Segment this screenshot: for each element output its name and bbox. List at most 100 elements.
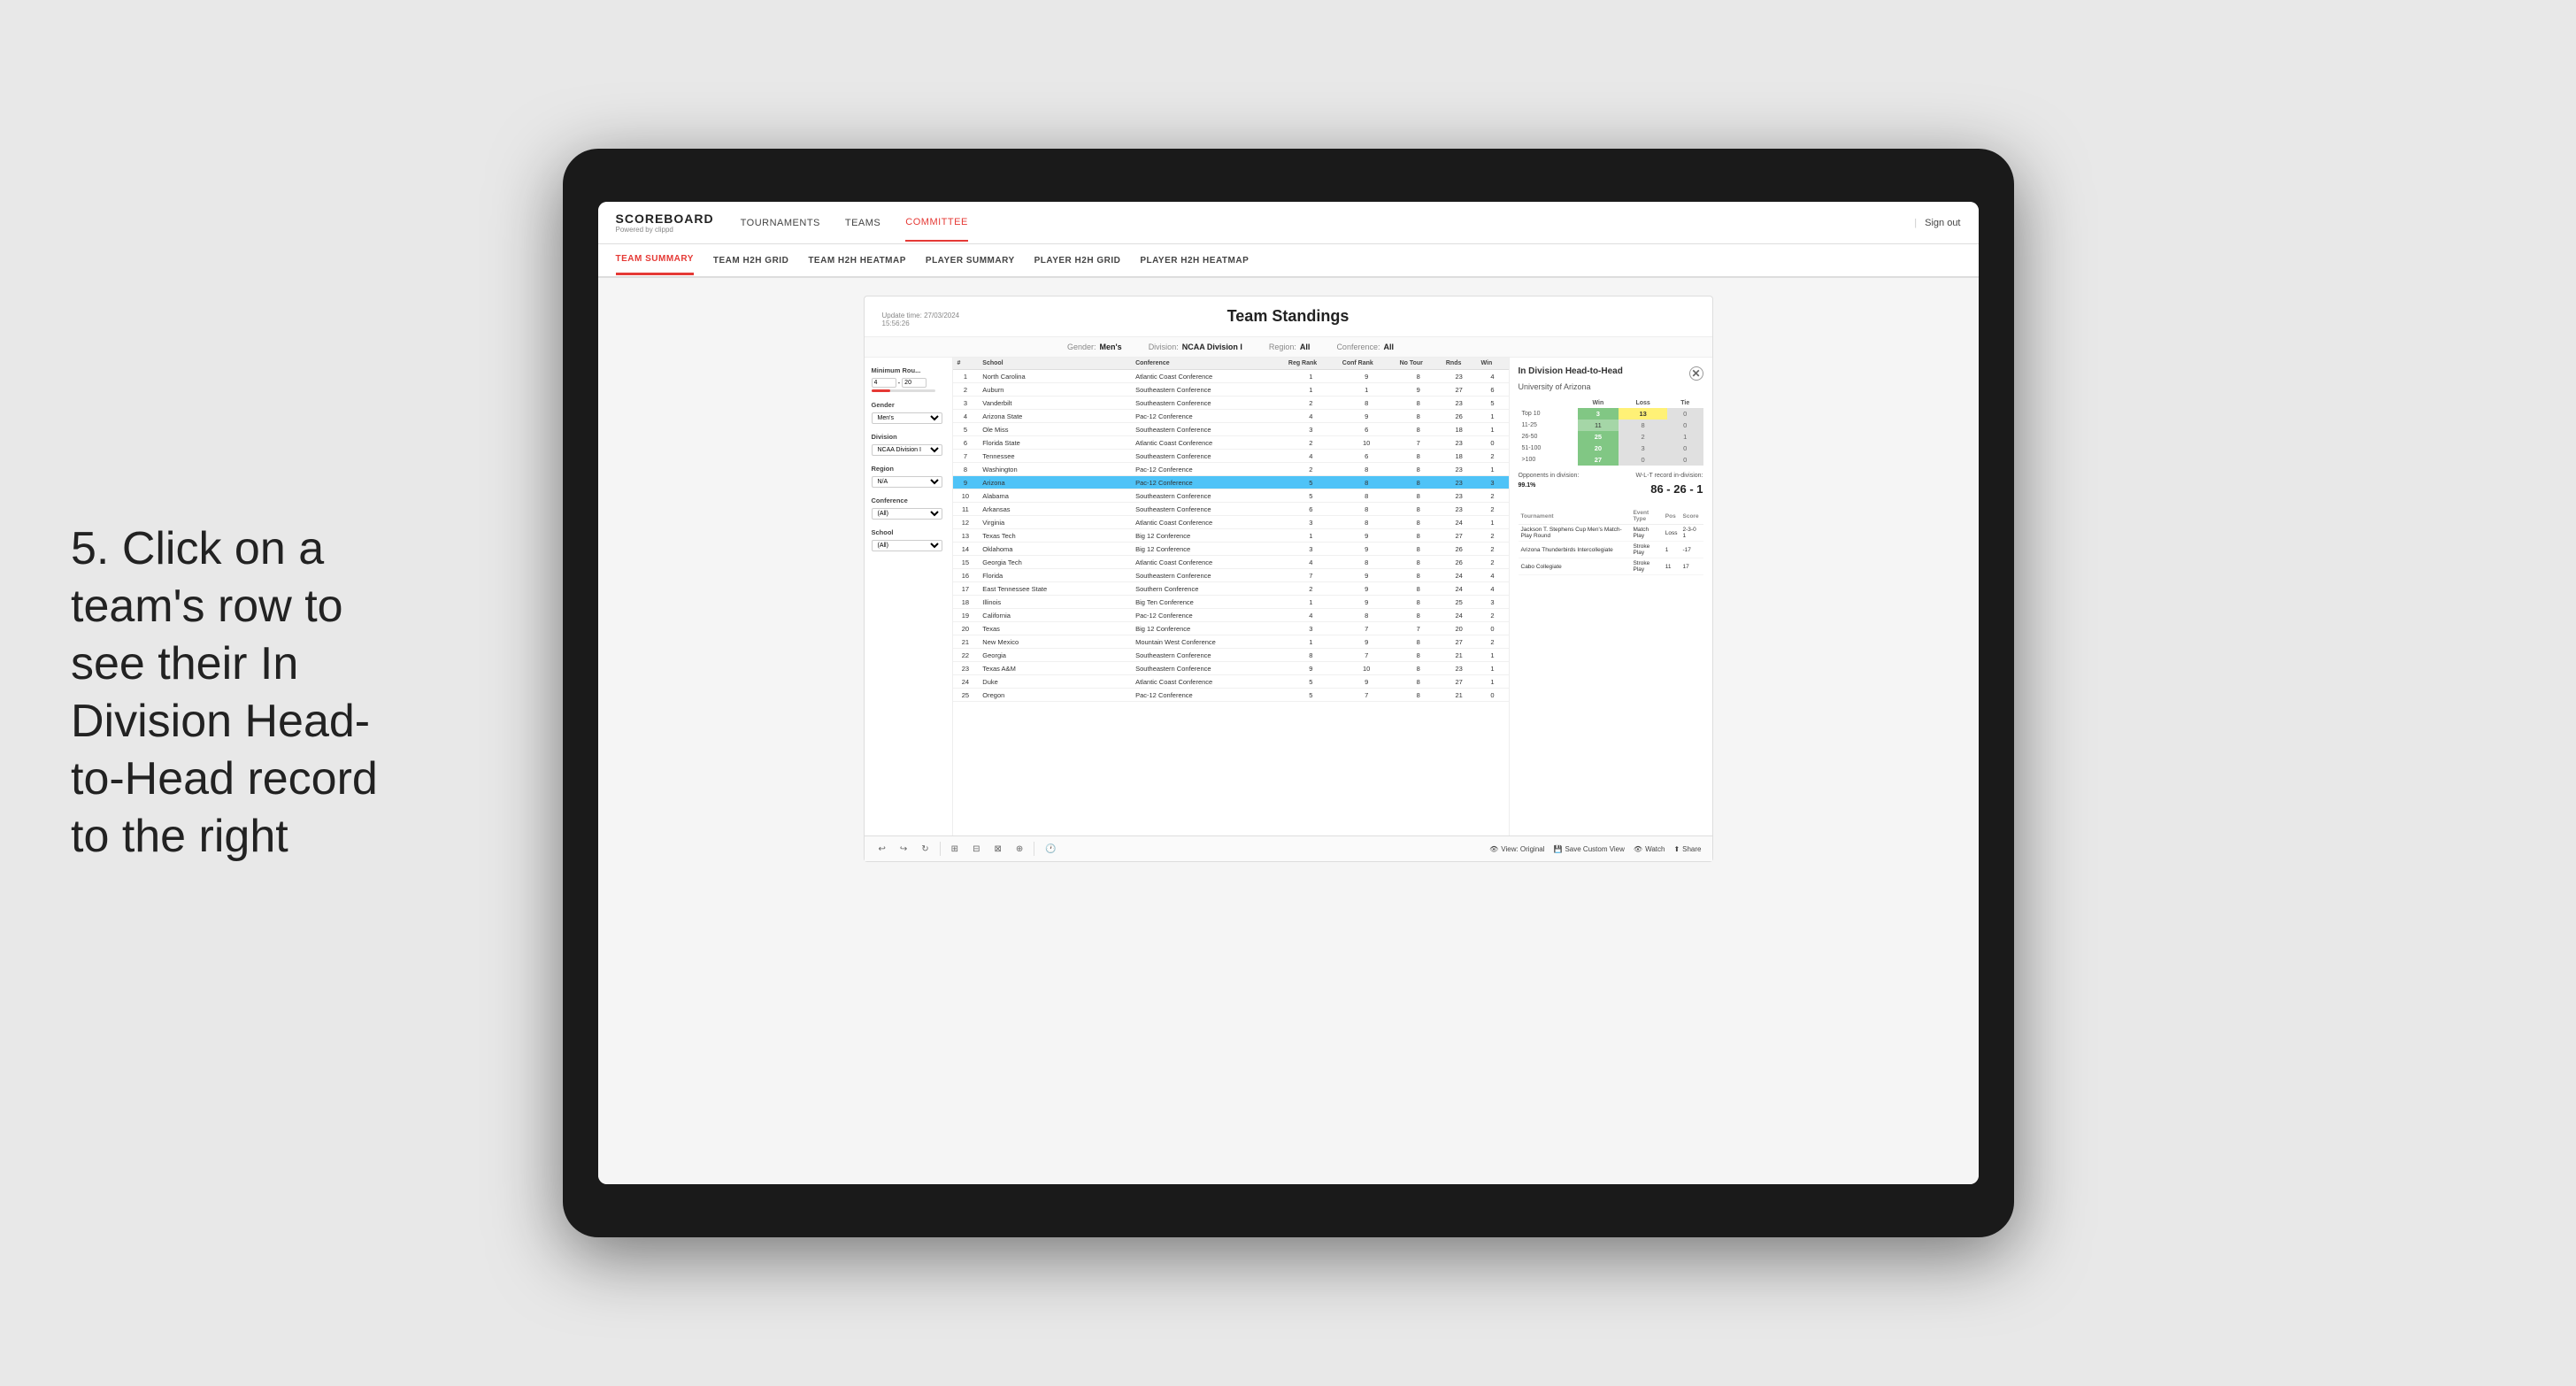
table-row[interactable]: 6 Florida State Atlantic Coast Conferenc… (953, 436, 1509, 450)
view-original-button[interactable]: 👁 View: Original (1489, 845, 1544, 853)
table-row[interactable]: 18 Illinois Big Ten Conference 1 9 8 25 … (953, 596, 1509, 609)
grid-btn-2[interactable]: ⊟ (969, 843, 983, 856)
h2h-th-range (1519, 398, 1578, 408)
h2h-table: Win Loss Tie Top 10 3 13 0 11-25 11 8 0 (1519, 398, 1703, 466)
cell-win: 1 (1476, 649, 1508, 662)
cell-rank: 23 (953, 662, 979, 675)
table-row[interactable]: 15 Georgia Tech Atlantic Coast Conferenc… (953, 556, 1509, 569)
table-row[interactable]: 22 Georgia Southeastern Conference 8 7 8… (953, 649, 1509, 662)
save-custom-button[interactable]: 💾 Save Custom View (1554, 845, 1625, 853)
nav-teams[interactable]: TEAMS (845, 205, 880, 241)
cell-conference: Southeastern Conference (1131, 649, 1284, 662)
scoreboard-body: Minimum Rou... - Gender (865, 358, 1712, 835)
table-row[interactable]: 13 Texas Tech Big 12 Conference 1 9 8 27… (953, 529, 1509, 543)
watch-button[interactable]: 👁 Watch (1634, 845, 1665, 853)
nav-committee[interactable]: COMMITTEE (905, 204, 968, 242)
min-rounds-min-input[interactable] (872, 378, 896, 388)
redo-button[interactable]: ↪ (896, 843, 911, 856)
division-select[interactable]: NCAA Division I (872, 444, 942, 456)
sign-out[interactable]: | Sign out (1914, 218, 1960, 228)
table-row[interactable]: 23 Texas A&M Southeastern Conference 9 1… (953, 662, 1509, 675)
min-rounds-max-input[interactable] (902, 378, 927, 388)
cell-no-tour: 8 (1396, 569, 1442, 582)
cell-rnds: 27 (1442, 635, 1477, 649)
th-reg-rank: Reg Rank (1284, 358, 1338, 370)
table-row[interactable]: 2 Auburn Southeastern Conference 1 1 9 2… (953, 383, 1509, 397)
cell-win: 5 (1476, 397, 1508, 410)
table-row[interactable]: 21 New Mexico Mountain West Conference 1… (953, 635, 1509, 649)
table-row[interactable]: 4 Arizona State Pac-12 Conference 4 9 8 … (953, 410, 1509, 423)
tab-team-h2h-grid[interactable]: TEAM H2H GRID (713, 247, 788, 274)
th-conf-rank: Conf Rank (1338, 358, 1396, 370)
wlt-label: W-L-T record in-division: (1636, 473, 1703, 479)
cell-reg-rank: 1 (1284, 635, 1338, 649)
min-rounds-slider[interactable] (872, 389, 935, 392)
table-row[interactable]: 1 North Carolina Atlantic Coast Conferen… (953, 370, 1509, 383)
tournament-table: Tournament Event Type Pos Score Jackson … (1519, 508, 1703, 575)
table-row[interactable]: 5 Ole Miss Southeastern Conference 3 6 8… (953, 423, 1509, 436)
cell-win: 0 (1476, 622, 1508, 635)
cell-rnds: 23 (1442, 489, 1477, 503)
cell-win: 1 (1476, 662, 1508, 675)
undo-button[interactable]: ↩ (875, 843, 889, 856)
cell-no-tour: 8 (1396, 476, 1442, 489)
table-row[interactable]: 19 California Pac-12 Conference 4 8 8 24… (953, 609, 1509, 622)
cell-reg-rank: 5 (1284, 689, 1338, 702)
table-row[interactable]: 16 Florida Southeastern Conference 7 9 8… (953, 569, 1509, 582)
h2h-close-button[interactable]: ✕ (1689, 366, 1703, 381)
cell-rnds: 27 (1442, 675, 1477, 689)
filter-region: Region: All (1269, 343, 1311, 351)
gender-select[interactable]: Men's (872, 412, 942, 424)
grid-btn-4[interactable]: ⊕ (1012, 843, 1027, 856)
update-time: Update time: 27/03/2024 15:56:26 (882, 312, 971, 327)
cell-school: Georgia Tech (978, 556, 1131, 569)
table-row[interactable]: 10 Alabama Southeastern Conference 5 8 8… (953, 489, 1509, 503)
tab-player-h2h-grid[interactable]: PLAYER H2H GRID (1034, 247, 1121, 274)
table-row[interactable]: 8 Washington Pac-12 Conference 2 8 8 23 … (953, 463, 1509, 476)
table-row[interactable]: 24 Duke Atlantic Coast Conference 5 9 8 … (953, 675, 1509, 689)
tab-player-h2h-heatmap[interactable]: PLAYER H2H HEATMAP (1140, 247, 1249, 274)
region-select[interactable]: N/A (872, 476, 942, 488)
tab-team-h2h-heatmap[interactable]: TEAM H2H HEATMAP (808, 247, 906, 274)
h2h-row: >100 27 0 0 (1519, 454, 1703, 466)
cell-conference: Pac-12 Conference (1131, 410, 1284, 423)
tournament-row: Jackson T. Stephens Cup Men's Match-Play… (1519, 525, 1703, 542)
cell-rank: 22 (953, 649, 979, 662)
tab-player-summary[interactable]: PLAYER SUMMARY (926, 247, 1015, 274)
cell-no-tour: 8 (1396, 423, 1442, 436)
filter-min-rounds-label: Minimum Rou... (872, 366, 945, 374)
cell-win: 2 (1476, 489, 1508, 503)
h2h-title: In Division Head-to-Head (1519, 366, 1623, 376)
table-row[interactable]: 3 Vanderbilt Southeastern Conference 2 8… (953, 397, 1509, 410)
conference-select[interactable]: (All) (872, 508, 942, 520)
tab-team-summary[interactable]: TEAM SUMMARY (616, 245, 694, 275)
table-row[interactable]: 25 Oregon Pac-12 Conference 5 7 8 21 0 (953, 689, 1509, 702)
tourn-pos: 1 (1663, 542, 1680, 558)
opponents-row: Opponents in division: W-L-T record in-d… (1519, 473, 1703, 479)
time-button[interactable]: 🕐 (1042, 843, 1059, 856)
table-row[interactable]: 12 Virginia Atlantic Coast Conference 3 … (953, 516, 1509, 529)
cell-rnds: 24 (1442, 609, 1477, 622)
cell-school: Texas A&M (978, 662, 1131, 675)
nav-tournaments[interactable]: TOURNAMENTS (741, 205, 820, 241)
table-row[interactable]: 11 Arkansas Southeastern Conference 6 8 … (953, 503, 1509, 516)
table-row[interactable]: 20 Texas Big 12 Conference 3 7 7 20 0 (953, 622, 1509, 635)
cell-rnds: 23 (1442, 476, 1477, 489)
cell-no-tour: 9 (1396, 383, 1442, 397)
tourn-th-name: Tournament (1519, 508, 1631, 525)
table-row[interactable]: 17 East Tennessee State Southern Confere… (953, 582, 1509, 596)
share-button[interactable]: ⬆ Share (1673, 845, 1701, 853)
grid-btn-1[interactable]: ⊞ (948, 843, 962, 856)
cell-no-tour: 8 (1396, 556, 1442, 569)
table-row[interactable]: 7 Tennessee Southeastern Conference 4 6 … (953, 450, 1509, 463)
grid-btn-3[interactable]: ⊠ (990, 843, 1004, 856)
cell-rnds: 18 (1442, 450, 1477, 463)
school-select[interactable]: (All) (872, 540, 942, 551)
cell-conference: Big 12 Conference (1131, 529, 1284, 543)
th-rnds: Rnds (1442, 358, 1477, 370)
table-row[interactable]: 14 Oklahoma Big 12 Conference 3 9 8 26 2 (953, 543, 1509, 556)
cell-no-tour: 8 (1396, 675, 1442, 689)
table-row[interactable]: 9 Arizona Pac-12 Conference 5 8 8 23 3 (953, 476, 1509, 489)
refresh-button[interactable]: ↻ (918, 843, 932, 856)
cell-rank: 6 (953, 436, 979, 450)
